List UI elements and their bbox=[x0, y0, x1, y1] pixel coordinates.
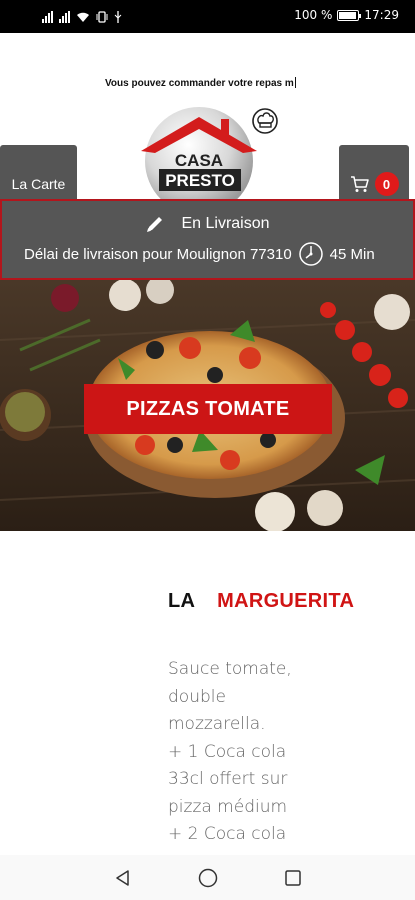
chef-hat-icon bbox=[252, 108, 278, 134]
home-icon[interactable] bbox=[197, 867, 219, 889]
description-line: double bbox=[168, 686, 226, 707]
status-icons-right: 100 % 17:29 bbox=[294, 8, 399, 22]
description-line: Sauce tomate, bbox=[168, 659, 292, 679]
category-pizzas-tomate-button[interactable]: PIZZAS TOMATE bbox=[84, 384, 332, 434]
product-title-prefix: LA bbox=[168, 590, 196, 612]
header: Vous pouvez commander votre repas m La C… bbox=[0, 33, 415, 223]
delivery-mode-row: En Livraison bbox=[2, 214, 413, 234]
description-line: + 1 Coca cola bbox=[168, 741, 287, 762]
back-icon[interactable] bbox=[113, 868, 133, 888]
battery-icon bbox=[337, 9, 362, 21]
description-line: pizza médium bbox=[168, 796, 288, 817]
status-bar: 100 % 17:29 bbox=[0, 0, 415, 33]
clock-time: 17:29 bbox=[364, 8, 399, 22]
signal-icon-2 bbox=[59, 11, 70, 23]
hero-banner: PIZZAS TOMATE bbox=[0, 280, 415, 531]
delivery-delay-text: Délai de livraison pour Moulignon 77310 bbox=[24, 245, 292, 263]
cart-icon bbox=[350, 176, 369, 192]
vibrate-icon bbox=[96, 11, 108, 23]
description-line: 33cl offert sur bbox=[168, 769, 288, 789]
system-nav-bar bbox=[0, 855, 415, 900]
description-line: + 2 Coca cola bbox=[168, 824, 287, 844]
delivery-mode-label: En Livraison bbox=[181, 215, 270, 232]
delivery-duration: 45 Min bbox=[329, 245, 375, 263]
usb-icon bbox=[114, 11, 122, 23]
pencil-icon bbox=[147, 217, 163, 232]
app-screen: 100 % 17:29 Vous pouvez commander votre … bbox=[0, 0, 415, 900]
product-title: LA MARGUERITA bbox=[168, 590, 354, 613]
clock-icon bbox=[298, 242, 323, 266]
cart-count-badge: 0 bbox=[374, 172, 399, 196]
logo-text-casa: CASA bbox=[175, 151, 223, 170]
product-title-name: MARGUERITA bbox=[217, 590, 355, 612]
delivery-delay-row: Délai de livraison pour Moulignon 77310 … bbox=[24, 241, 375, 267]
logo-text-presto: PRESTO bbox=[165, 171, 235, 190]
wifi-icon bbox=[77, 12, 89, 22]
announcement-marquee: Vous pouvez commander votre repas m bbox=[105, 78, 294, 89]
signal-icon bbox=[42, 11, 53, 23]
status-icons-left bbox=[42, 9, 122, 23]
recents-icon[interactable] bbox=[283, 868, 303, 888]
product-description: Sauce tomate, double mozzarella. + 1 Coc… bbox=[168, 656, 328, 849]
battery-percent: 100 % bbox=[294, 8, 333, 22]
delivery-banner[interactable]: En Livraison Délai de livraison pour Mou… bbox=[0, 199, 415, 280]
description-line: mozzarella. bbox=[168, 714, 266, 734]
